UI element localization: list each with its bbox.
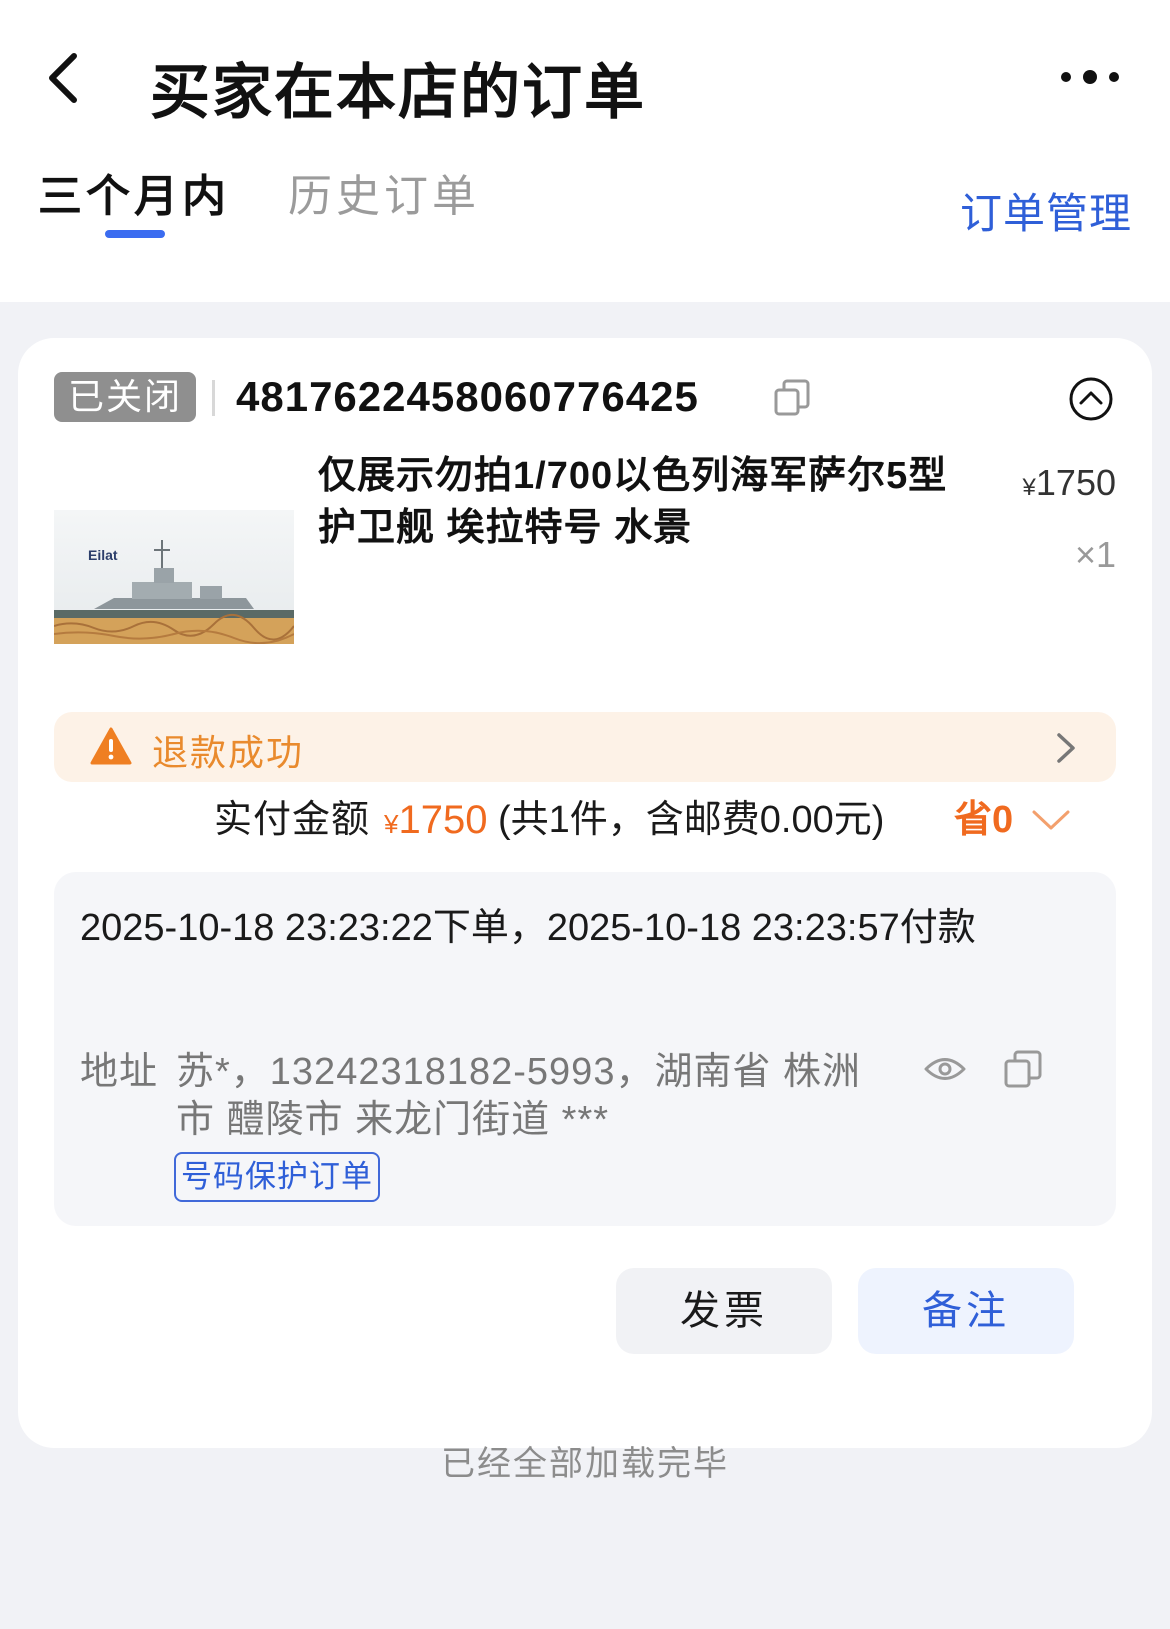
top-bar: 买家在本店的订单 三个月内 历史订单 订单管理	[0, 0, 1170, 302]
tab-active-indicator	[105, 230, 165, 238]
payment-detail: (共1件，含邮费0.00元)	[498, 799, 885, 841]
more-icon[interactable]	[1058, 62, 1122, 92]
thumb-label: Eilat	[88, 547, 118, 563]
chevron-down-icon[interactable]	[1030, 806, 1072, 834]
page-title: 买家在本店的订单	[150, 59, 646, 126]
payment-amount: ¥1750	[384, 798, 488, 842]
address-label: 地址	[80, 1051, 159, 1093]
address-value: 苏*，13242318182-5993，湖南省 株洲市 醴陵市 来龙门街道 **…	[176, 1051, 862, 1141]
refund-status-label: 退款成功	[152, 732, 305, 773]
eye-icon[interactable]	[924, 1054, 966, 1084]
tab-three-months[interactable]: 三个月内	[38, 160, 230, 224]
product-quantity: ×1	[1074, 534, 1116, 575]
copy-icon[interactable]	[772, 378, 812, 418]
order-card: 已关闭 4817622458060776425 Eilat 仅展示勿拍1/700…	[18, 338, 1152, 1448]
back-icon[interactable]	[40, 48, 90, 108]
chevron-right-icon	[1057, 733, 1075, 763]
warning-icon	[90, 727, 132, 765]
product-price: ¥1750	[1022, 462, 1116, 503]
copy-icon[interactable]	[1002, 1048, 1044, 1090]
order-time: 2025-10-18 23:23:22下单，2025-10-18 23:23:5…	[80, 907, 976, 949]
remark-button[interactable]: 备注	[858, 1268, 1074, 1354]
payment-row: 实付金额 ¥1750 (共1件，含邮费0.00元) 省0	[18, 790, 1152, 850]
discount-toggle[interactable]: 省0	[954, 790, 1013, 850]
refund-status-bar[interactable]: 退款成功	[54, 712, 1116, 782]
tab-history[interactable]: 历史订单	[288, 160, 480, 224]
order-info-box: 2025-10-18 23:23:22下单，2025-10-18 23:23:5…	[54, 872, 1116, 1226]
order-number: 4817622458060776425	[236, 373, 699, 420]
divider	[212, 380, 215, 416]
chevron-up-circle-icon[interactable]	[1068, 376, 1114, 422]
product-thumbnail[interactable]: Eilat	[54, 510, 294, 644]
payment-label: 实付金额	[214, 799, 371, 841]
order-manage-link[interactable]: 订单管理	[960, 180, 1132, 241]
invoice-button[interactable]: 发票	[616, 1268, 832, 1354]
product-title[interactable]: 仅展示勿拍1/700以色列海军萨尔5型护卫舰 埃拉特号 水景	[318, 450, 958, 554]
load-complete-text: 已经全部加载完毕	[441, 1445, 729, 1483]
number-protection-tag: 号码保护订单	[174, 1152, 380, 1202]
status-badge: 已关闭	[54, 372, 196, 422]
